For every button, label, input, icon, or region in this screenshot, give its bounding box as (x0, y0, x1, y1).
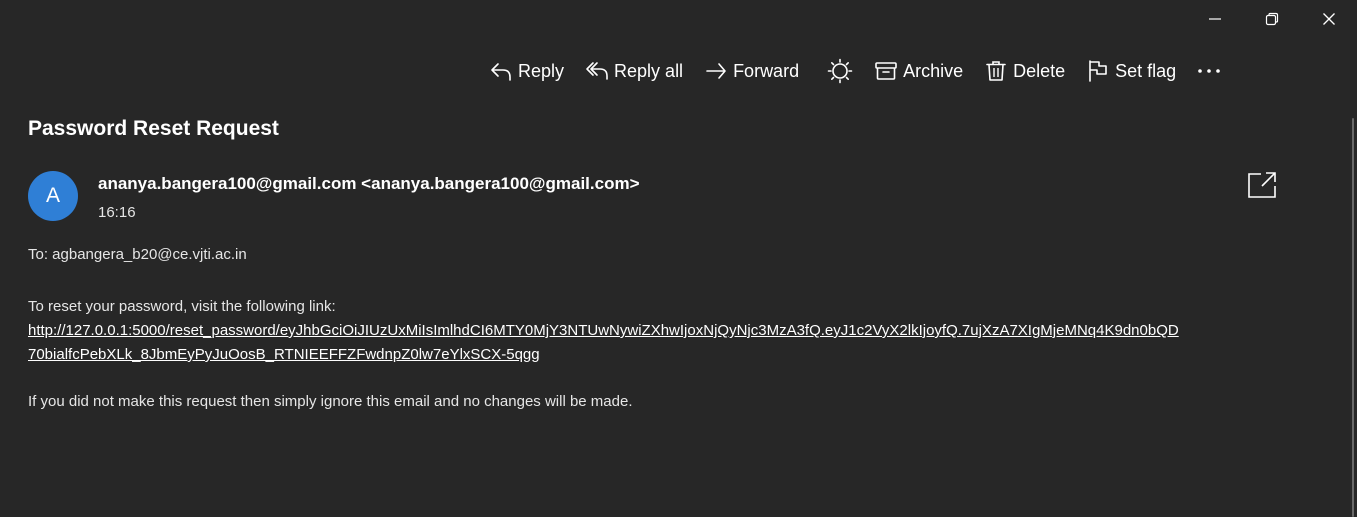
sender-address[interactable]: ananya.bangera100@gmail.com <ananya.bang… (98, 174, 640, 194)
more-icon (1196, 58, 1222, 84)
body-closing-text: If you did not make this request then si… (28, 393, 633, 410)
forward-label: Forward (733, 60, 800, 81)
mail-reading-window: Reply Reply all Forward Archive Delete S… (0, 0, 1357, 517)
open-in-new-window-button[interactable] (1247, 171, 1277, 199)
set-flag-button[interactable]: Set flag (1075, 52, 1186, 90)
archive-icon (873, 58, 899, 84)
scrollbar[interactable] (1352, 118, 1354, 517)
message-subject: Password Reset Request (28, 117, 279, 140)
archive-label: Archive (903, 60, 964, 81)
reply-all-button[interactable]: Reply all (574, 52, 693, 90)
restore-icon (1265, 12, 1278, 26)
avatar-initial: A (45, 184, 60, 207)
minimize-icon (1208, 18, 1221, 20)
message-toolbar: Reply Reply all Forward Archive Delete S… (478, 52, 1232, 90)
reset-password-link[interactable]: http://127.0.0.1:5000/reset_password/eyJ… (28, 322, 1179, 339)
forward-button[interactable]: Forward (693, 52, 809, 90)
message-time: 16:16 (98, 204, 136, 221)
set-flag-label: Set flag (1115, 60, 1177, 81)
recipient-line: To: agbangera_b20@ce.vjti.ac.in (28, 246, 247, 263)
body-intro-text: To reset your password, visit the follow… (28, 298, 336, 315)
avatar[interactable]: A (28, 171, 78, 221)
reply-all-icon (584, 58, 610, 84)
reply-button[interactable]: Reply (478, 52, 574, 90)
close-button[interactable] (1300, 0, 1357, 38)
popout-icon (1248, 172, 1276, 198)
restore-button[interactable] (1243, 0, 1300, 38)
sun-icon (827, 58, 853, 84)
minimize-button[interactable] (1186, 0, 1243, 38)
window-controls (1186, 0, 1357, 38)
more-options-button[interactable] (1186, 52, 1232, 90)
delete-label: Delete (1013, 60, 1066, 81)
reply-icon (488, 58, 514, 84)
theme-toggle-button[interactable] (817, 52, 863, 90)
close-icon (1322, 13, 1335, 25)
archive-button[interactable]: Archive (863, 52, 973, 90)
flag-icon (1085, 58, 1111, 84)
reply-all-label: Reply all (614, 60, 684, 81)
reply-label: Reply (518, 60, 565, 81)
forward-icon (703, 58, 729, 84)
reset-password-link-continued[interactable]: 70bialfcPebXLk_8JbmEyPyJuOosB_RTNIEEFFZF… (28, 346, 540, 363)
delete-button[interactable]: Delete (973, 52, 1075, 90)
trash-icon (983, 58, 1009, 84)
